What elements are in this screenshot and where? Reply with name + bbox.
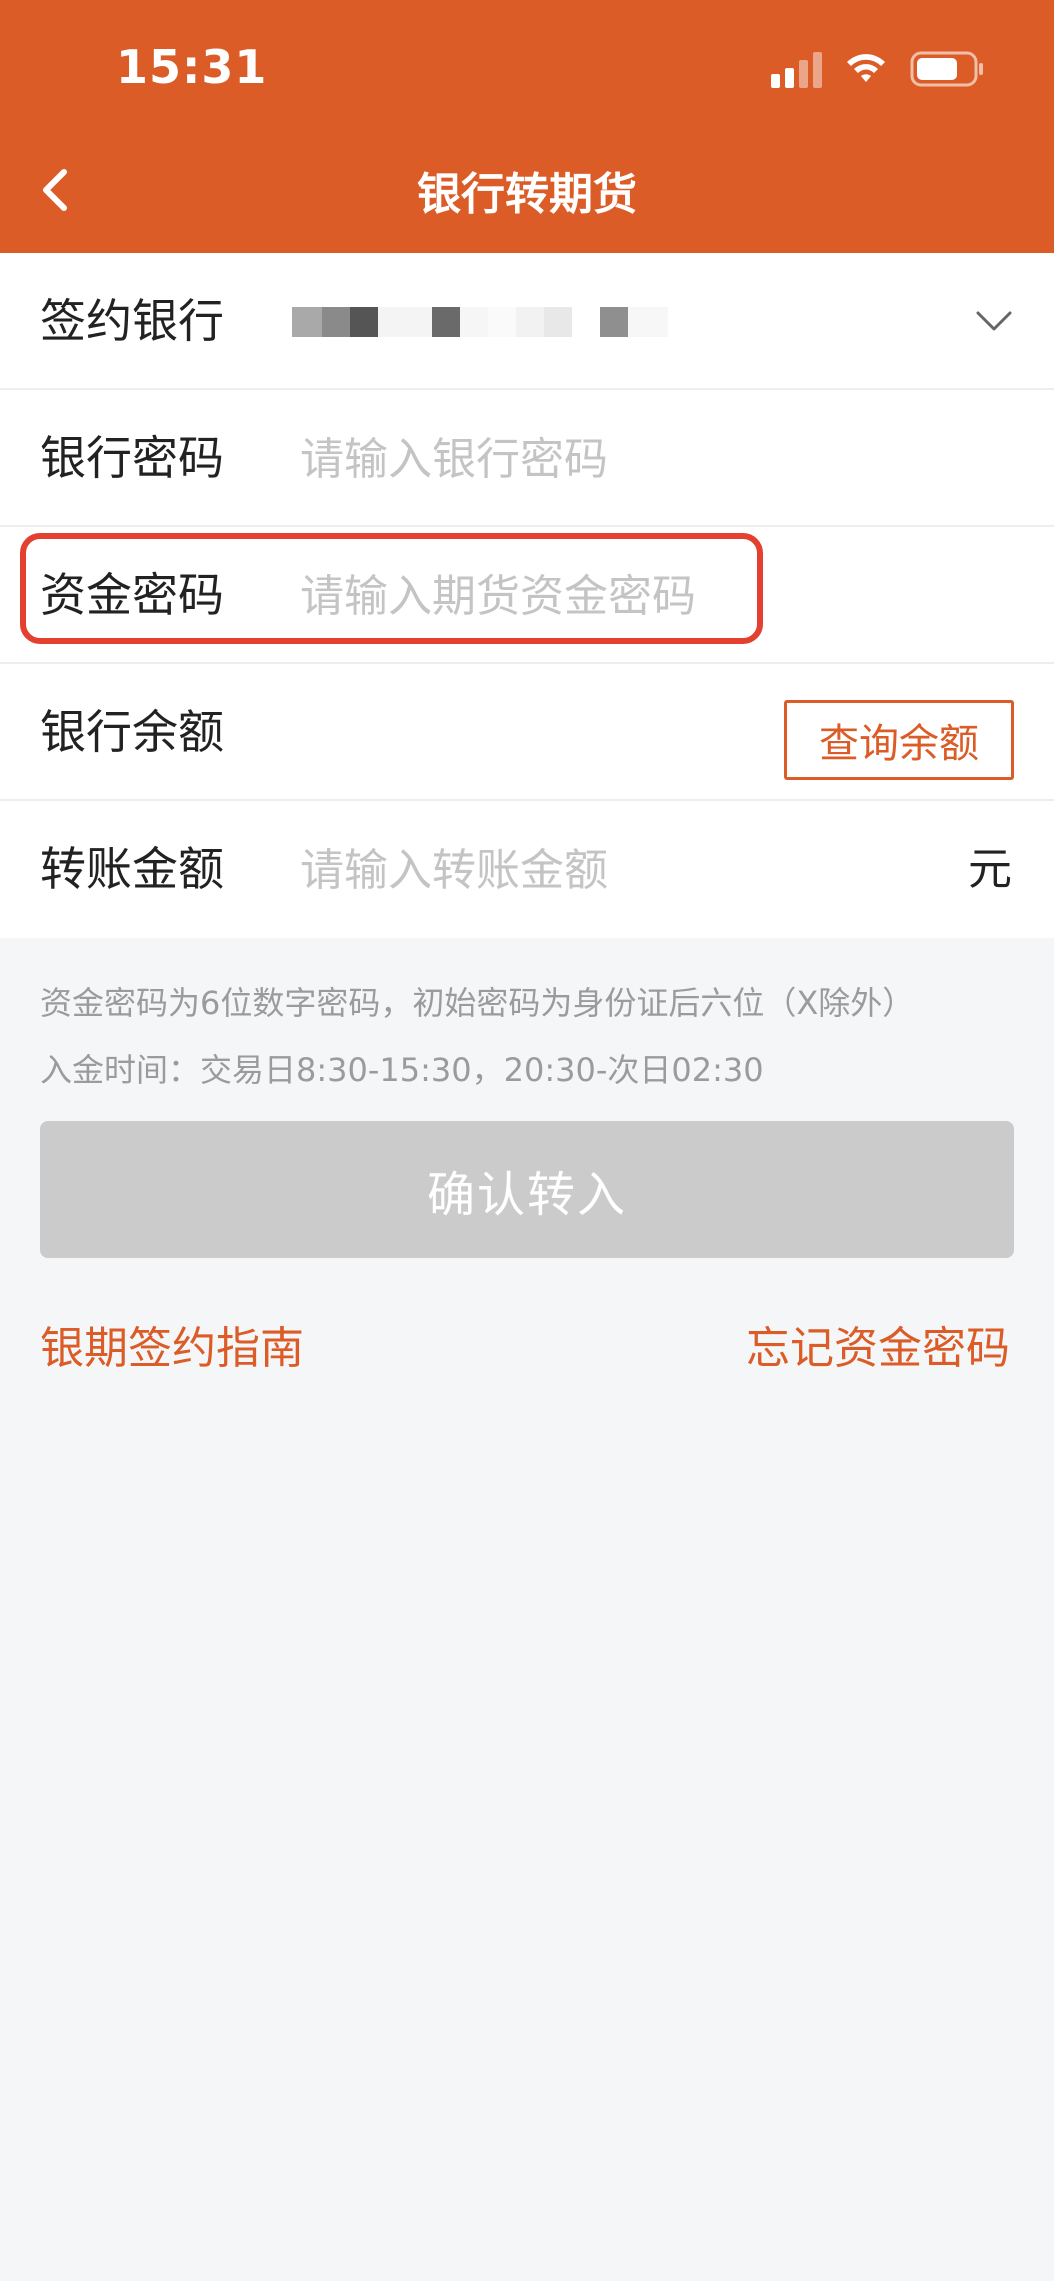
bank-password-row: 银行密码: [0, 390, 1054, 527]
fund-password-input[interactable]: [300, 561, 900, 631]
bank-label: 签约银行: [40, 294, 224, 348]
status-icons: [771, 50, 984, 88]
bank-balance-label: 银行余额: [40, 705, 224, 759]
bank-password-input[interactable]: [300, 424, 900, 494]
bank-balance-row: 银行余额 查询余额: [0, 664, 1054, 801]
bank-select-row[interactable]: 签约银行: [0, 253, 1054, 390]
transfer-amount-row: 转账金额 元: [0, 801, 1054, 938]
page-title: 银行转期货: [417, 169, 637, 220]
status-time: 15:31: [116, 40, 268, 94]
fund-password-label: 资金密码: [40, 568, 224, 622]
top-header: 15:31 银行转期货: [0, 0, 1054, 253]
wifi-icon: [844, 52, 888, 86]
cellular-signal-icon: [771, 50, 822, 88]
battery-icon: [910, 51, 984, 87]
forgot-fund-password-link[interactable]: 忘记资金密码: [746, 1312, 1010, 1376]
bank-signing-guide-link[interactable]: 银期签约指南: [40, 1312, 304, 1376]
password-hint-text: 资金密码为6位数字密码，初始密码为身份证后六位（X除外）: [40, 984, 915, 1022]
transfer-amount-label: 转账金额: [40, 842, 224, 896]
query-balance-button[interactable]: 查询余额: [784, 700, 1014, 780]
bank-name-redacted: [292, 305, 722, 339]
transfer-amount-input[interactable]: [300, 835, 940, 905]
transfer-form: 签约银行 银行密码 资金密码 银行余额 查询余额 转账金额 请输入转账金额 元: [0, 253, 1054, 938]
bank-password-label: 银行密码: [40, 431, 224, 485]
confirm-transfer-button[interactable]: 确认转入: [40, 1121, 1014, 1258]
deposit-time-text: 入金时间：交易日8:30-15:30，20:30-次日02:30: [40, 1051, 764, 1089]
currency-unit-label: 元: [968, 844, 1012, 895]
fund-password-row: 资金密码: [0, 527, 1054, 664]
chevron-down-icon[interactable]: [974, 301, 1014, 341]
